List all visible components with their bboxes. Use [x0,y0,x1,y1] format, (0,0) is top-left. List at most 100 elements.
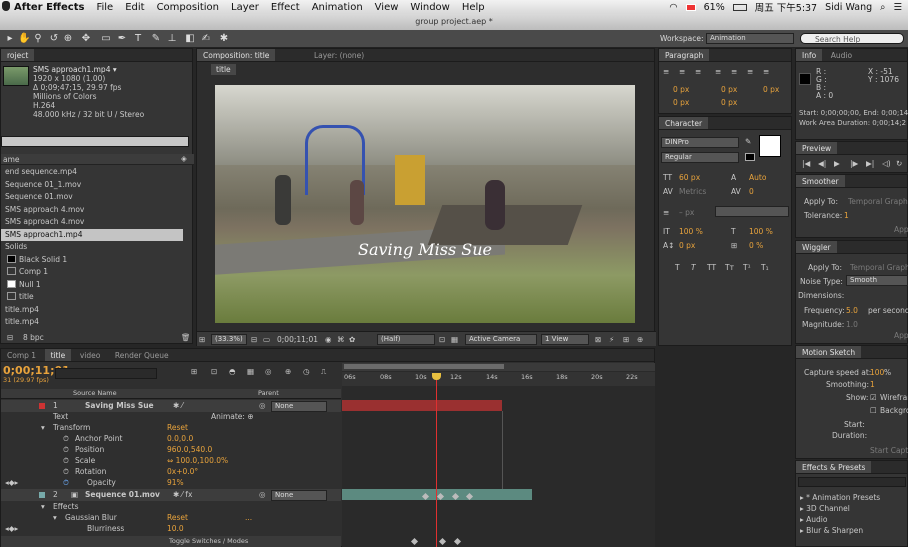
stroke-color-swatch[interactable] [745,153,755,161]
tab-title[interactable]: title [44,349,72,361]
blurriness-keyframe[interactable] [438,537,447,546]
prev-frame-icon[interactable]: ◀| [818,159,826,168]
list-item[interactable]: SMS approach 4.mov [1,204,183,217]
blurriness-keyframe[interactable] [453,537,462,546]
list-item[interactable]: title.mp4 [1,304,183,317]
label-color-swatch[interactable] [39,403,45,409]
workspace-dropdown[interactable]: Animation [706,33,794,44]
timeline-search-input[interactable] [55,368,157,379]
all-caps-button[interactable]: TT [707,263,716,272]
parent-dropdown[interactable]: None [271,490,327,501]
region-icon[interactable]: ⊡ [439,335,445,344]
brush-tool-icon[interactable]: ✎ [150,33,162,45]
last-frame-icon[interactable]: ▶| [866,159,874,168]
camera-dropdown[interactable]: Active Camera [465,334,537,345]
smoothing-value[interactable]: 1 [870,380,875,389]
frequency-value[interactable]: 5.0 [846,306,858,315]
smoother-apply-button[interactable]: Appl [894,225,908,234]
list-item[interactable]: Sequence 01.mov [1,191,183,204]
menu-edit[interactable]: Edit [119,2,150,13]
graph-editor-icon[interactable]: ⎍ [321,367,326,377]
indent-right-value[interactable]: 0 px [721,85,737,94]
tab-smoother[interactable]: Smoother [796,175,845,187]
bpc-label[interactable]: 8 bpc [23,333,44,342]
auto-keyframe-icon[interactable]: ◷ [303,367,310,376]
menu-animation[interactable]: Animation [306,2,369,13]
keyframe-nav-icon[interactable]: ◂◆▸ [5,523,18,535]
superscript-button[interactable]: T¹ [743,263,751,272]
tab-audio[interactable]: Audio [825,49,858,61]
interpret-footage-icon[interactable]: ⊟ [7,333,13,342]
channel-icon[interactable]: ✿ [349,335,355,344]
camera-tool-icon[interactable]: ⊕ [62,33,74,45]
mask-icon[interactable]: ▭ [263,335,270,344]
parent-pickwhip-icon[interactable]: ◎ [259,489,266,501]
smoother-apply-to-value[interactable]: Temporal Graph [848,197,908,206]
brainstorm-icon[interactable]: ⊕ [285,367,291,376]
property-value[interactable]: 10.0 [167,523,184,535]
tab-wiggler[interactable]: Wiggler [796,241,837,253]
eraser-tool-icon[interactable]: ◧ [184,33,196,45]
views-dropdown[interactable]: 1 View [541,334,589,345]
tree-item[interactable]: ▸ Blur & Sharpen [800,526,863,535]
comp-name-tab[interactable]: title [211,64,236,75]
baseline-shift-value[interactable]: 0 px [679,241,695,250]
menu-help[interactable]: Help [456,2,491,13]
layer-bar-title[interactable] [342,400,502,411]
stroke-type-dropdown[interactable] [715,206,789,217]
vertical-scale-value[interactable]: 100 % [679,227,703,236]
type-tool-icon[interactable]: T [132,33,144,45]
tab-comp1[interactable]: Comp 1 [1,349,42,361]
menu-view[interactable]: View [369,2,405,13]
rectangle-tool-icon[interactable]: ▭ [100,33,112,45]
tree-item[interactable]: ▸ Audio [800,515,827,524]
hide-shy-icon[interactable]: ◓ [229,367,236,376]
justify-all-icon[interactable]: ≡ [763,67,769,76]
space-after-value[interactable]: 0 px [721,98,737,107]
clone-tool-icon[interactable]: ⊥ [166,33,178,45]
zoom-dropdown[interactable]: (33.3%) [211,334,247,345]
selection-tool-icon[interactable]: ▸ [4,33,16,45]
hand-tool-icon[interactable]: ✋ [18,33,30,45]
tolerance-value[interactable]: 1 [844,211,849,220]
list-item[interactable]: end sequence.mp4 [1,166,183,179]
align-center-icon[interactable]: ≡ [679,67,685,76]
trash-icon[interactable]: 🗑 [181,333,191,342]
list-item[interactable]: title [1,291,183,304]
video-preview[interactable]: Saving Miss Sue [215,85,635,323]
work-area-range[interactable] [344,364,504,369]
tab-project[interactable]: roject [1,49,35,61]
frame-blending-icon[interactable]: ▦ [247,367,254,376]
align-right-icon[interactable]: ≡ [695,67,701,76]
label-column-icon[interactable]: ◈ [181,154,187,163]
layer-name[interactable]: Sequence 01.mov [85,489,160,501]
search-icon[interactable]: ⌕ [880,2,885,13]
overlay-title-text[interactable]: Saving Miss Sue [215,240,635,259]
flag-icon[interactable] [685,3,696,11]
work-area-bar[interactable] [342,363,655,371]
blurriness-keyframe[interactable] [410,537,419,546]
tab-character[interactable]: Character [659,117,709,129]
resolution-dropdown[interactable]: (Half) [377,334,435,345]
transparency-grid-icon[interactable]: ▦ [451,335,458,344]
tab-render-queue[interactable]: Render Queue [109,349,175,361]
list-item[interactable]: Sequence 01_1.mov [1,179,183,192]
source-name-header[interactable]: Source Name [73,389,117,397]
folder-item[interactable]: Solids [1,241,183,254]
flowchart-icon[interactable]: ⊕ [637,335,643,344]
toggle-pixel-icon[interactable]: ⊠ [595,335,601,344]
playhead-handle[interactable] [432,373,441,380]
timeline-tracks[interactable]: 06s 08s 10s 12s 14s 16s 18s 20s 22s [342,363,655,547]
justify-left-icon[interactable]: ≡ [715,67,721,76]
font-style-dropdown[interactable]: Regular [661,152,739,163]
effects-search-input[interactable] [798,477,906,487]
list-item[interactable]: Null 1 [1,279,183,292]
layer-switches-icon[interactable]: ✱ ⁄ fx [173,489,192,501]
rotate-tool-icon[interactable]: ↺ [48,33,60,45]
small-caps-button[interactable]: Tт [725,263,734,272]
keyframe-nav-icon[interactable]: ◂◆▸ [5,477,18,489]
current-time-indicator[interactable] [436,373,437,547]
user-name[interactable]: Sidi Wang [825,2,872,13]
app-menu[interactable]: After Effects [0,2,90,13]
wifi-icon[interactable]: ◠ [669,2,677,13]
